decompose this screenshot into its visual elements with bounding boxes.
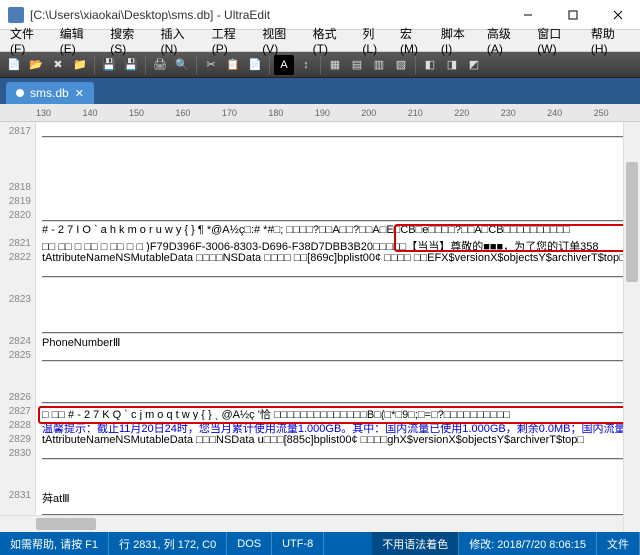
new-icon[interactable]: 📄 <box>4 55 24 75</box>
text-line: □ □□ # - 2 7 K Q ` c j m o q t w y { } ¸… <box>42 406 634 420</box>
text-line: □□ □□ □ □□ □ □□ □ □ )F79D396F-3006-8303-… <box>42 238 634 252</box>
tab-label: sms.db <box>30 86 69 100</box>
menubar: 文件(F) 编辑(E) 搜索(S) 插入(N) 工程(P) 视图(V) 格式(T… <box>0 30 640 52</box>
tool3-icon[interactable]: ▥ <box>369 55 389 75</box>
tab-bar: sms.db ✕ <box>0 78 640 104</box>
horizontal-scrollbar[interactable] <box>0 515 623 532</box>
horizontal-scroll-thumb[interactable] <box>36 518 96 530</box>
status-filesize: 文件 <box>597 532 640 555</box>
copy-icon[interactable]: 📋 <box>223 55 243 75</box>
text-line: # - 2 7 I O ` a h k m o r u w y { } ¶ *@… <box>42 224 634 238</box>
menu-format[interactable]: 格式(T) <box>307 23 357 58</box>
status-syntax[interactable]: 不用语法着色 <box>372 532 459 555</box>
tab-modified-dot <box>16 89 24 97</box>
status-modified: 修改: 2018/7/20 8:06:15 <box>459 532 597 555</box>
open2-icon[interactable]: 📁 <box>70 55 90 75</box>
menu-window[interactable]: 窗口(W) <box>531 23 585 58</box>
status-bar: 如需帮助, 请按 F1 行 2831, 列 172, C0 DOS UTF-8 … <box>0 532 640 555</box>
status-lineend[interactable]: DOS <box>227 532 272 555</box>
highlighted-text: 温馨提示：截止11月20日24时，您当月累计使用流量1.000GB。其中：国内流… <box>42 423 634 434</box>
tool5-icon[interactable]: ◧ <box>420 55 440 75</box>
status-position: 行 2831, 列 172, C0 <box>109 532 227 555</box>
print-icon[interactable]: 🖨 <box>150 55 170 75</box>
paste-icon[interactable]: 📄 <box>245 55 265 75</box>
tool1-icon[interactable]: ▦ <box>325 55 345 75</box>
vertical-scrollbar[interactable] <box>623 122 640 532</box>
menu-macro[interactable]: 宏(M) <box>394 23 435 58</box>
save-icon[interactable]: 💾 <box>99 55 119 75</box>
window-title: [C:\Users\xiaokai\Desktop\sms.db] - Ultr… <box>30 8 505 22</box>
menu-search[interactable]: 搜索(S) <box>104 23 154 58</box>
tab-close-icon[interactable]: ✕ <box>75 87 84 100</box>
tool2-icon[interactable]: ▤ <box>347 55 367 75</box>
menu-project[interactable]: 工程(P) <box>206 23 256 58</box>
menu-script[interactable]: 脚本(I) <box>435 23 481 58</box>
text-line: PhoneNumberⅢ <box>42 336 634 350</box>
preview-icon[interactable]: 🔍 <box>172 55 192 75</box>
line-gutter: 2817 281828192820 28212822 28232824 2825… <box>0 122 36 532</box>
status-help: 如需帮助, 请按 F1 <box>0 532 109 555</box>
cut-icon[interactable]: ✂ <box>201 55 221 75</box>
close-icon[interactable]: ✖ <box>48 55 68 75</box>
letter-a-icon[interactable]: A <box>274 55 294 75</box>
ruler: 130140150160170180190200210220230240250 <box>0 104 640 122</box>
menu-help[interactable]: 帮助(H) <box>585 23 636 58</box>
text-content[interactable]: ________________________________________… <box>36 122 640 532</box>
menu-column[interactable]: 列(L) <box>356 23 394 58</box>
tab-smsdb[interactable]: sms.db ✕ <box>6 82 94 104</box>
tool4-icon[interactable]: ▧ <box>391 55 411 75</box>
saveall-icon[interactable]: 💾 <box>121 55 141 75</box>
text-line: tAttributeNameNSMutableData □□□□NSData □… <box>42 252 634 266</box>
menu-advanced[interactable]: 高级(A) <box>481 23 531 58</box>
app-icon <box>8 7 24 23</box>
tool6-icon[interactable]: ◨ <box>442 55 462 75</box>
open-icon[interactable]: 📂 <box>26 55 46 75</box>
status-encoding[interactable]: UTF-8 <box>272 532 324 555</box>
text-line: tAttributeNameNSMutableData □□□NSData u□… <box>42 434 634 448</box>
menu-edit[interactable]: 编辑(E) <box>54 23 104 58</box>
sort-icon[interactable]: ↕ <box>296 55 316 75</box>
menu-view[interactable]: 视图(V) <box>256 23 306 58</box>
menu-file[interactable]: 文件(F) <box>4 23 54 58</box>
tool7-icon[interactable]: ◩ <box>464 55 484 75</box>
text-line: 荈atⅢ <box>42 490 634 504</box>
menu-insert[interactable]: 插入(N) <box>155 23 206 58</box>
vertical-scroll-thumb[interactable] <box>626 162 638 282</box>
editor-area[interactable]: 2817 281828192820 28212822 28232824 2825… <box>0 122 640 532</box>
